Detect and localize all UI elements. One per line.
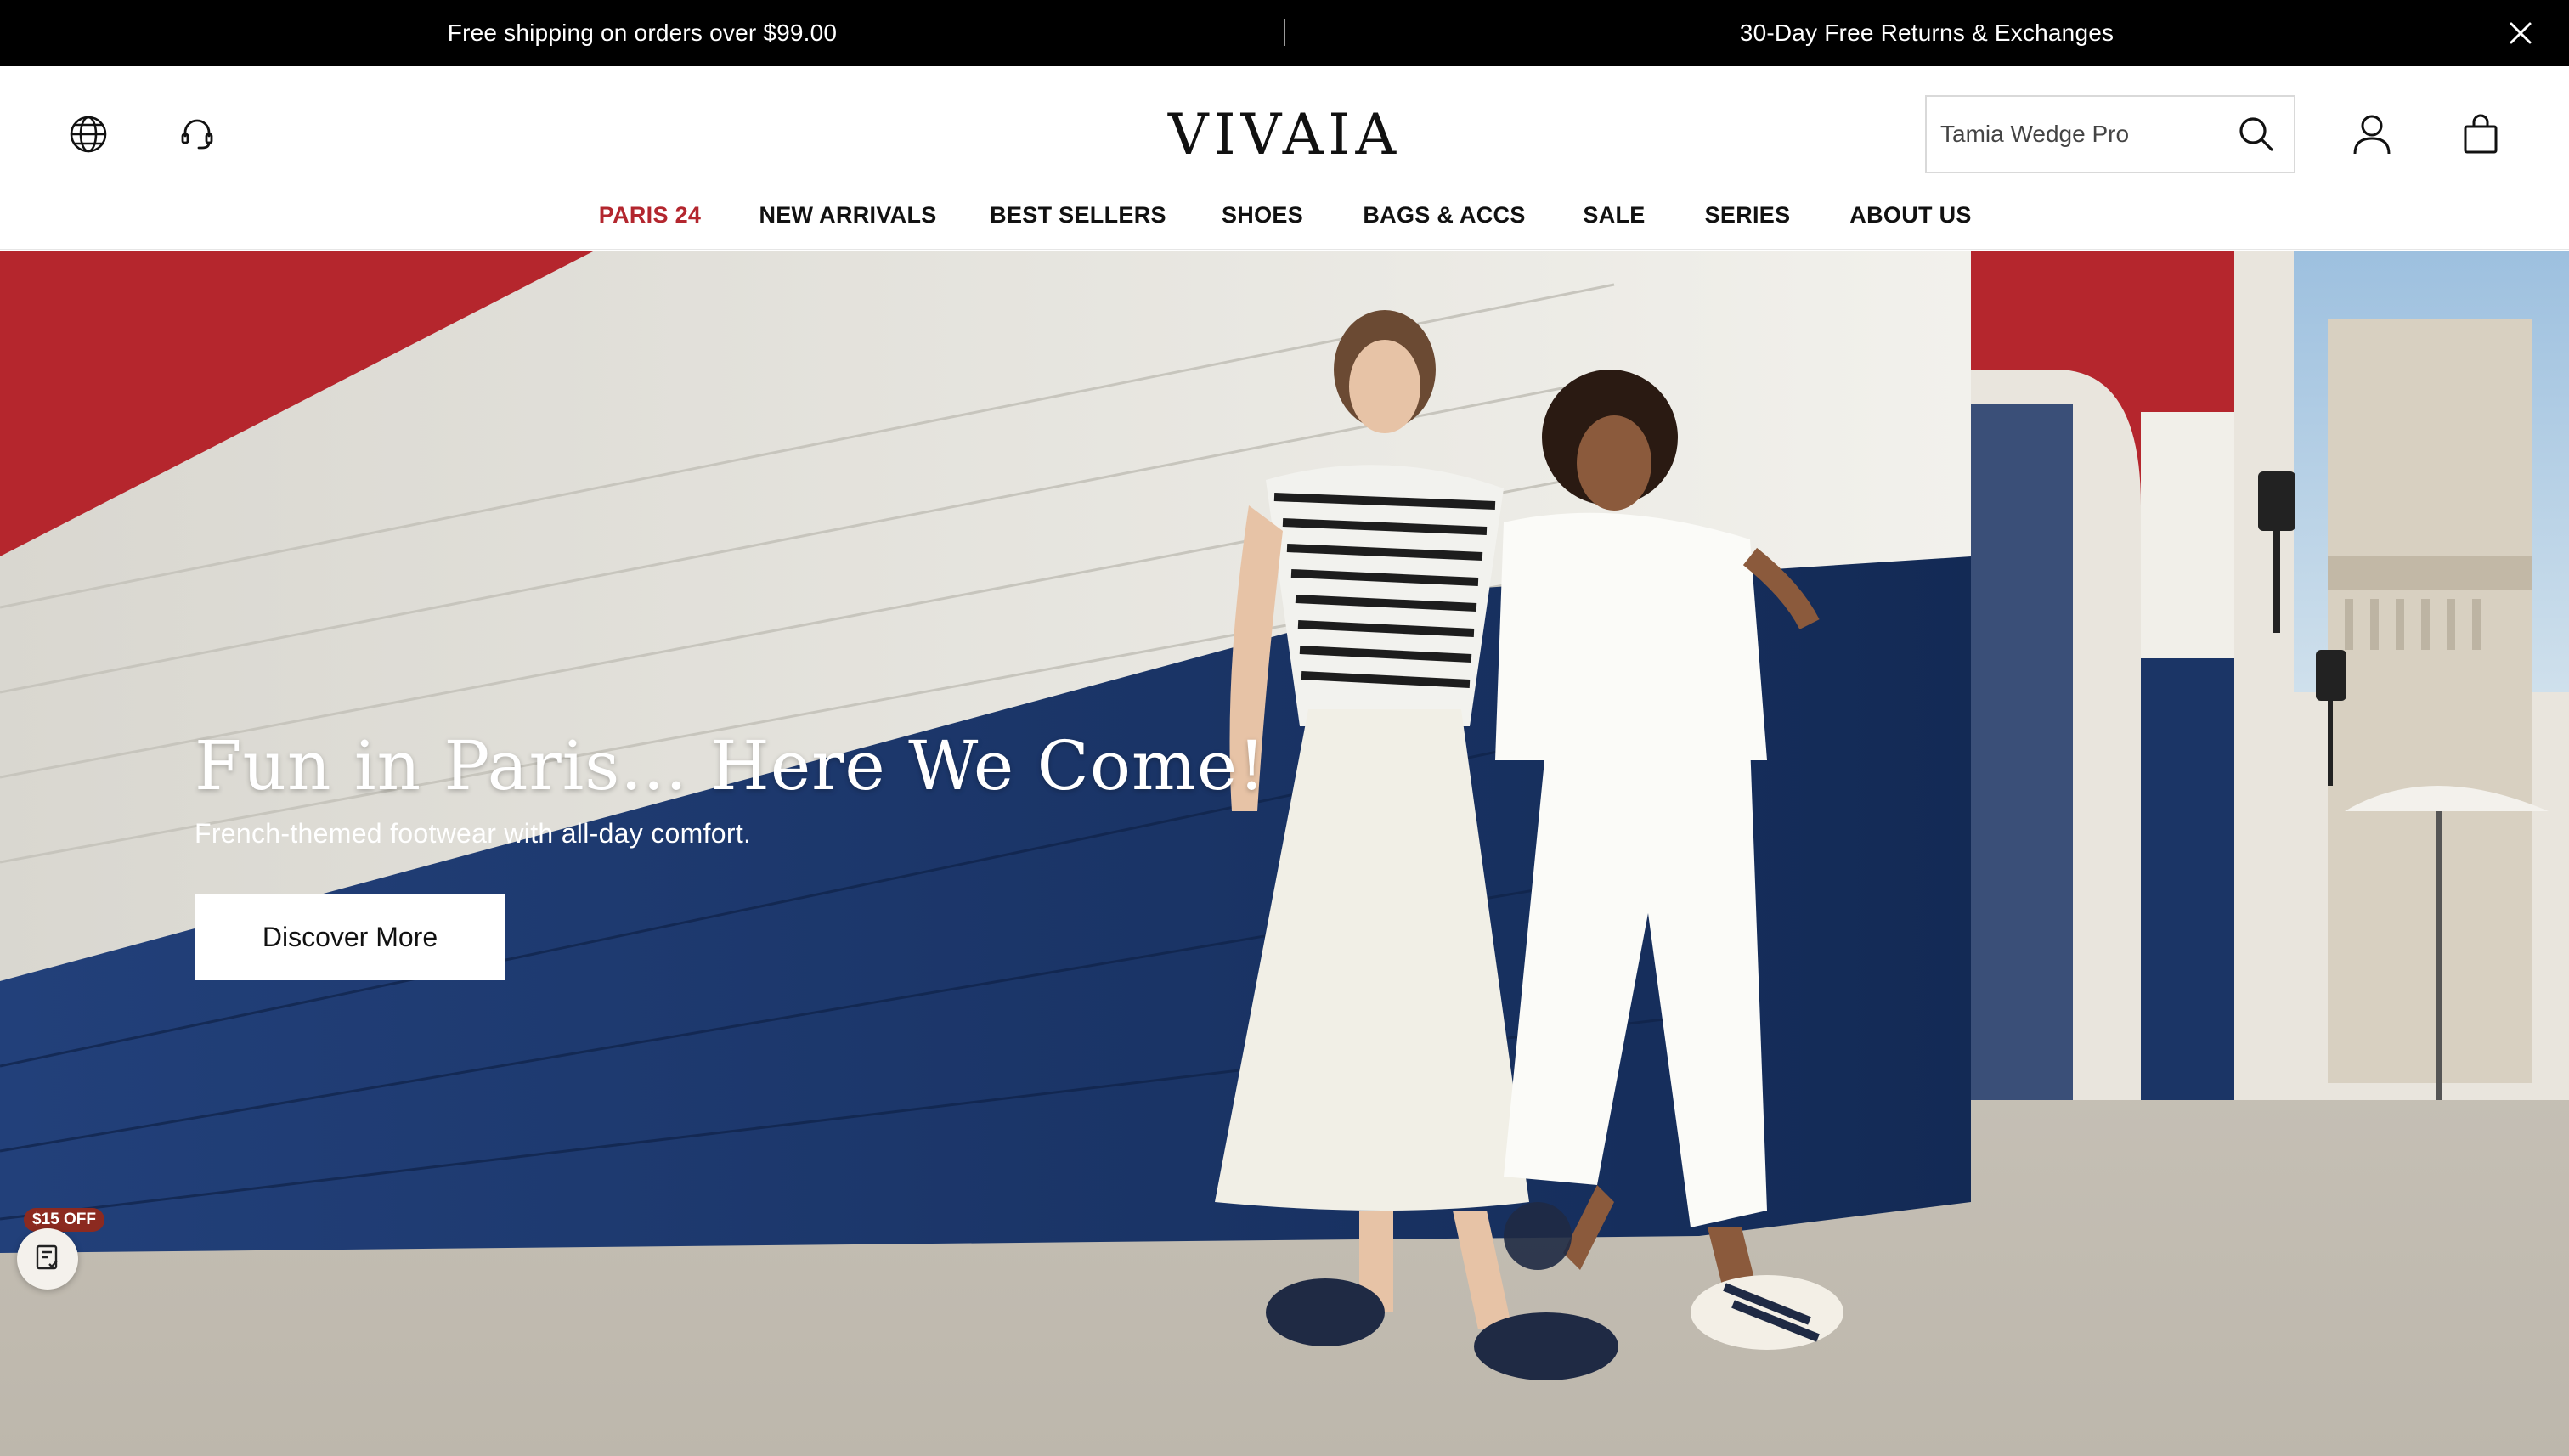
nav-item-about-us[interactable]: ABOUT US (1849, 194, 1971, 236)
coupon-widget[interactable]: $15 OFF (17, 1208, 104, 1290)
coupon-button[interactable] (17, 1228, 78, 1290)
nav-item-series[interactable]: SERIES (1705, 194, 1791, 236)
nav-item-shoes[interactable]: SHOES (1222, 194, 1303, 236)
main-nav: PARIS 24 NEW ARRIVALS BEST SELLERS SHOES… (0, 194, 2569, 236)
coupon-icon (32, 1242, 63, 1277)
nav-item-best-sellers[interactable]: BEST SELLERS (990, 194, 1166, 236)
hero-banner[interactable]: Fun in Paris... Here We Come! French-the… (0, 251, 2569, 1456)
close-icon[interactable] (2506, 19, 2535, 48)
discover-more-button[interactable]: Discover More (195, 894, 505, 980)
hero-image (0, 251, 2569, 1456)
search-input[interactable] (1927, 97, 2233, 172)
nav-item-new-arrivals[interactable]: NEW ARRIVALS (759, 194, 936, 236)
search-icon[interactable] (2231, 109, 2282, 160)
nav-item-paris-24[interactable]: PARIS 24 (599, 194, 701, 236)
site-header: VIVAIA PARIS 24 NEW ARRIVALS BEST SELLER… (0, 66, 2569, 250)
announcement-bar: Free shipping on orders over $99.00 30-D… (0, 0, 2569, 66)
search-box (1925, 95, 2295, 173)
announcement-shipping[interactable]: Free shipping on orders over $99.00 (0, 0, 1284, 66)
user-icon[interactable] (2346, 109, 2397, 160)
hero-title: Fun in Paris... Here We Come! (195, 726, 1267, 805)
hero-subtitle: French-themed footwear with all-day comf… (195, 818, 752, 849)
bag-icon[interactable] (2455, 109, 2506, 160)
announcement-returns[interactable]: 30-Day Free Returns & Exchanges (1284, 0, 2569, 66)
nav-item-bags-accs[interactable]: BAGS & ACCS (1363, 194, 1525, 236)
coupon-badge[interactable]: $15 OFF (24, 1208, 104, 1232)
nav-item-sale[interactable]: SALE (1583, 194, 1645, 236)
